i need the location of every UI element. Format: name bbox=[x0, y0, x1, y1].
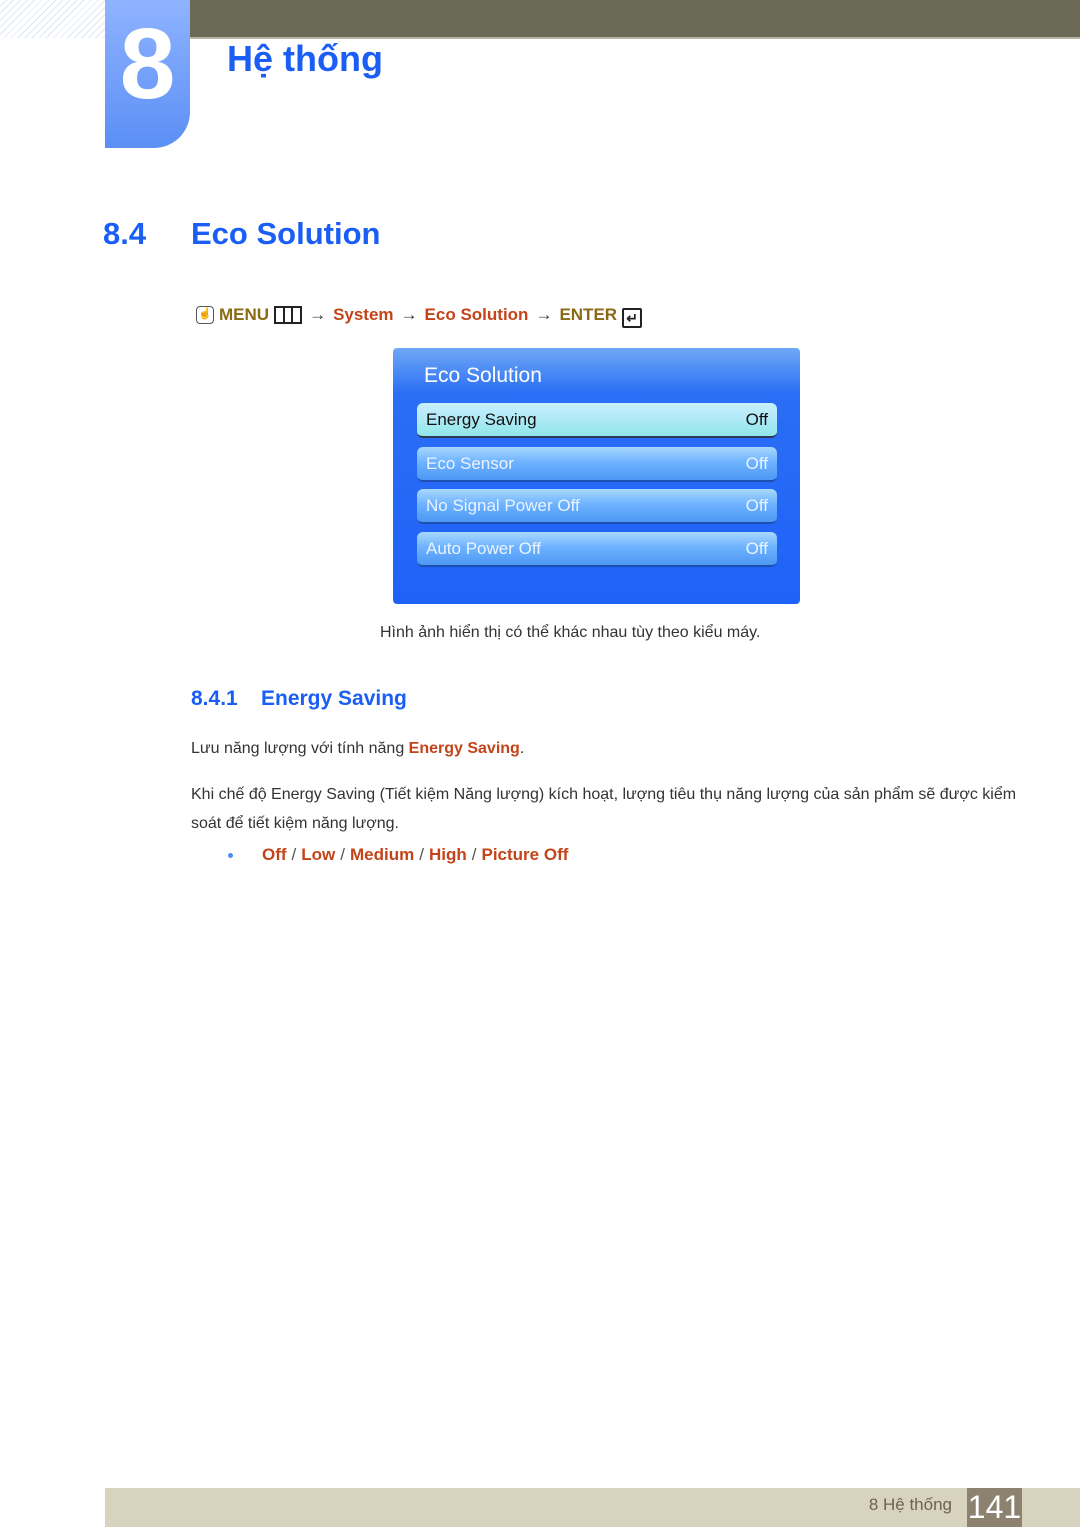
options-list: Off / Low / Medium / High / Picture Off bbox=[228, 845, 568, 865]
section-title: Eco Solution bbox=[191, 216, 381, 251]
option-picture-off: Picture Off bbox=[481, 845, 569, 864]
description-paragraph: Khi chế độ Energy Saving (Tiết kiệm Năng… bbox=[191, 786, 1017, 832]
intro-highlight: Energy Saving bbox=[408, 740, 520, 757]
option-high: High bbox=[428, 845, 467, 864]
osd-item-value: Off bbox=[745, 495, 768, 515]
page-number: 141 bbox=[967, 1488, 1022, 1527]
subsection-heading: 8.4.1 Energy Saving bbox=[191, 687, 407, 711]
path-enter: ENTER bbox=[559, 305, 618, 324]
osd-item-value: Off bbox=[745, 538, 768, 558]
intro-text: Lưu năng lượng với tính năng bbox=[191, 740, 409, 757]
subsection-number: 8.4.1 bbox=[191, 687, 238, 710]
bullet-icon bbox=[228, 852, 233, 858]
path-system: System bbox=[333, 305, 394, 324]
eco-solution-osd: Eco Solution Energy Saving Off Eco Senso… bbox=[393, 348, 800, 604]
osd-item-energy-saving[interactable]: Energy Saving Off bbox=[417, 403, 777, 438]
menu-icon bbox=[274, 306, 303, 324]
osd-item-label: Auto Power Off bbox=[426, 538, 541, 558]
path-menu: MENU bbox=[219, 305, 270, 324]
osd-item-eco-sensor[interactable]: Eco Sensor Off bbox=[417, 447, 777, 482]
osd-item-no-signal-power-off[interactable]: No Signal Power Off Off bbox=[417, 489, 777, 524]
chapter-number: 8 bbox=[119, 8, 176, 120]
osd-item-value: Off bbox=[745, 453, 768, 473]
path-eco-solution: Eco Solution bbox=[424, 305, 529, 324]
footer-chapter: 8 Hệ thống bbox=[868, 1495, 952, 1514]
osd-item-label: Eco Sensor bbox=[426, 453, 514, 473]
page-footer: 8 Hệ thống 141 bbox=[105, 1488, 1080, 1527]
separator: / bbox=[291, 845, 297, 864]
separator: / bbox=[471, 845, 477, 864]
osd-item-value: Off bbox=[745, 409, 768, 429]
intro-paragraph: Lưu năng lượng với tính năng Energy Savi… bbox=[191, 740, 524, 758]
subsection-title: Energy Saving bbox=[261, 687, 407, 710]
header-decoration bbox=[0, 0, 105, 38]
image-caption: Hình ảnh hiển thị có thể khác nhau tùy t… bbox=[380, 624, 761, 641]
option-low: Low bbox=[301, 845, 336, 864]
separator: / bbox=[340, 845, 346, 864]
header-bar bbox=[190, 0, 1080, 39]
enter-icon: ↵ bbox=[622, 308, 643, 328]
option-medium: Medium bbox=[350, 845, 415, 864]
chapter-badge: 8 bbox=[105, 0, 190, 148]
osd-item-label: No Signal Power Off bbox=[426, 495, 580, 515]
section-heading: 8.4 Eco Solution bbox=[103, 216, 380, 252]
menu-path: ☝ MENU → System → Eco Solution → ENTER ↵ bbox=[196, 302, 643, 328]
separator: / bbox=[419, 845, 424, 864]
arrow-icon: → bbox=[535, 305, 553, 324]
osd-item-auto-power-off[interactable]: Auto Power Off Off bbox=[417, 532, 777, 567]
osd-title: Eco Solution bbox=[424, 364, 542, 387]
osd-item-label: Energy Saving bbox=[426, 409, 537, 429]
chapter-title: Hệ thống bbox=[227, 38, 383, 79]
option-off: Off bbox=[262, 845, 287, 864]
remote-hand-icon: ☝ bbox=[196, 306, 214, 324]
intro-end: . bbox=[519, 740, 525, 757]
arrow-icon: → bbox=[400, 305, 418, 324]
arrow-icon: → bbox=[309, 305, 327, 324]
section-number: 8.4 bbox=[103, 216, 147, 251]
